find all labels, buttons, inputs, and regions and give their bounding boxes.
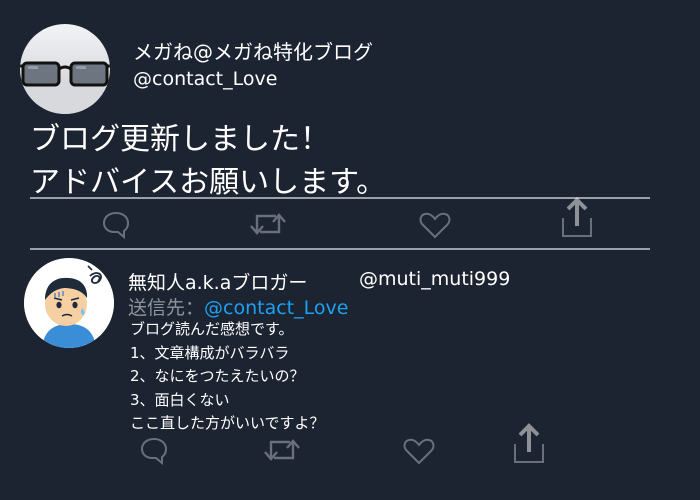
reply-text: ブログ読んだ感想です。 1、文章構成がバラバラ 2、なにをつたえたいの？ 3、面…	[130, 318, 325, 436]
share-icon[interactable]	[560, 196, 594, 238]
reply-to-handle-link[interactable]: @contact_Love	[204, 297, 348, 319]
reply-text-line-1: ブログ読んだ感想です。	[130, 320, 294, 338]
glasses-icon	[20, 24, 110, 114]
reply-text-line-5: ここ直した方がいいですよ？	[130, 414, 325, 432]
tweet-display-name[interactable]: メガね@メガね特化ブログ	[133, 36, 373, 65]
reply-reply-icon[interactable]	[138, 434, 170, 466]
reply-text-line-4: 3、面白くない	[130, 390, 230, 409]
reply-retweet-icon[interactable]	[262, 434, 302, 466]
worried-person-icon	[24, 258, 114, 348]
tweet-text-line-2: アドバイスお願いします。	[30, 165, 387, 200]
reply-text-line-3: 2、なにをつたえたいの？	[130, 367, 305, 385]
tweet-avatar[interactable]	[20, 24, 110, 114]
reply-like-icon[interactable]	[402, 436, 436, 466]
retweet-icon[interactable]	[248, 208, 288, 240]
like-icon[interactable]	[418, 210, 452, 240]
reply-handle[interactable]: @muti_muti999	[359, 268, 510, 290]
tweet-handle[interactable]: @contact_Love	[133, 68, 277, 90]
tweet-divider-bottom	[30, 248, 650, 250]
tweet-text-line-1: ブログ更新しました！	[30, 122, 330, 157]
reply-avatar[interactable]	[24, 258, 114, 348]
tweet-divider-top	[30, 197, 650, 199]
reply-to-row: 送信先：@contact_Love	[128, 293, 348, 320]
reply-share-icon[interactable]	[512, 422, 546, 464]
reply-display-name[interactable]: 無知人a.k.aブロガー	[128, 268, 307, 295]
reply-to-label: 送信先：	[128, 297, 205, 319]
reply-icon[interactable]	[100, 208, 132, 240]
reply-text-line-2: 1、文章構成がバラバラ	[130, 343, 290, 362]
